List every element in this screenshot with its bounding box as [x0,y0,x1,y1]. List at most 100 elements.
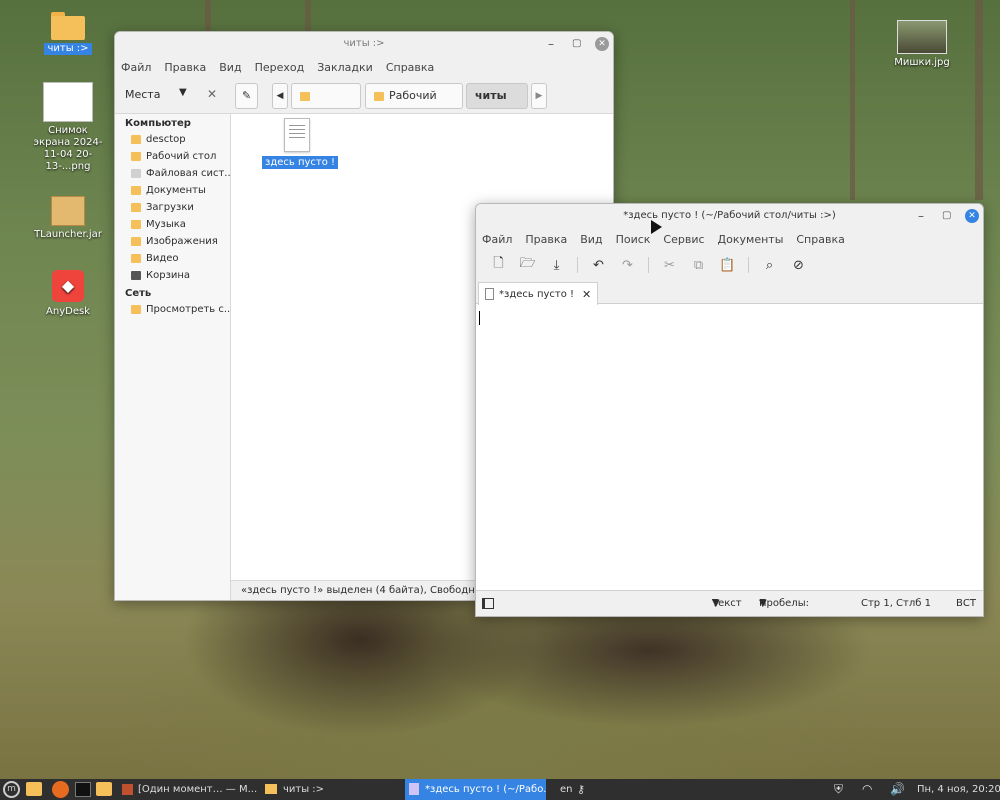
downloads-folder-icon [131,203,141,212]
menu-view[interactable]: Вид [219,61,241,74]
home-folder-icon [131,135,141,144]
sidebar-item-documents[interactable]: Документы [115,182,230,199]
menu-bar: Файл Правка Вид Переход Закладки Справка [115,56,613,78]
file-manager-toolbar: Места ▼ ✕ ✎ ◀ desctop Рабочий стол читы … [115,78,613,126]
menu-help[interactable]: Справка [386,61,434,74]
image-file-icon [43,82,93,122]
sidebar-item-desktop[interactable]: Рабочий стол [115,148,230,165]
toolbar-separator [648,257,649,273]
menu-tools[interactable]: Сервис [663,233,704,246]
tab-label: *здесь пусто ! [499,288,575,300]
text-file-icon [284,118,310,152]
paste-icon[interactable]: 📋 [713,258,742,273]
minimize-icon[interactable]: – [918,204,924,228]
desktop-icon-label: читы :> [44,43,92,55]
path-back-arrow[interactable]: ◀ [272,83,288,109]
network-icon [131,305,141,314]
search-icon[interactable]: ⌕ [755,258,784,273]
folder-icon [374,91,384,101]
desktop-icon-mishki[interactable]: Мишки.jpg [877,20,967,69]
maximize-icon[interactable]: ▢ [942,204,951,228]
syntax-selector[interactable]: Текст ▼ [712,591,742,616]
files-launcher-icon[interactable] [26,782,42,796]
sidebar-item-filesystem[interactable]: Файловая сист... [115,165,230,182]
taskbar-window-browser[interactable]: [Один момент… — M... [122,779,257,800]
desktop-icon-label: Снимок экрана 2024-11-04 20-13-...png [33,125,103,172]
new-document-icon[interactable]: 🗋 [484,254,513,276]
text-editing-area[interactable] [476,307,983,590]
menu-bookmarks[interactable]: Закладки [317,61,373,74]
menu-file[interactable]: Файл [121,61,151,74]
path-edit-button[interactable]: ✎ [235,83,259,109]
file-item[interactable]: здесь пусто ! [262,118,339,169]
minimize-icon[interactable]: – [548,32,554,56]
menu-go[interactable]: Переход [255,61,305,74]
sidebar-item-downloads[interactable]: Загрузки [115,199,230,216]
replace-icon[interactable]: ⊘ [784,258,813,273]
dropdown-arrow-icon[interactable]: ▼ [179,87,187,98]
menu-edit[interactable]: Правка [164,61,206,74]
sidebar-item-browse-network[interactable]: Просмотреть с... [115,301,230,318]
path-segment-current[interactable]: читы :> [466,83,528,126]
text-cursor [479,311,480,325]
menu-documents[interactable]: Документы [718,233,784,246]
close-icon[interactable]: ✕ [595,37,609,51]
path-forward-arrow[interactable]: ▶ [531,83,547,109]
document-tab[interactable]: *здесь пусто ! ✕ [478,282,599,305]
menu-search[interactable]: Поиск [616,233,651,246]
wifi-icon[interactable]: ◠ [862,779,872,800]
maximize-icon[interactable]: ▢ [572,32,581,56]
path-segment-desctop[interactable]: desctop [291,83,361,126]
taskbar-window-editor[interactable]: *здесь пусто ! (~/Рабо... [405,779,546,800]
keyboard-layout-indicator[interactable]: en [560,779,573,800]
volume-icon[interactable]: 🔊 [890,779,905,800]
folder-launcher-icon[interactable] [96,782,112,796]
firefox-icon[interactable] [52,781,69,798]
text-file-icon [485,288,494,300]
terminal-icon[interactable] [75,782,91,797]
copy-icon[interactable]: ⧉ [684,258,713,273]
documents-folder-icon [131,186,141,195]
taskbar-window-files[interactable]: читы :> [265,779,395,800]
file-manager-titlebar[interactable]: читы :> – ▢ ✕ [115,32,613,56]
save-download-icon[interactable]: ⤓ [542,258,571,273]
cut-icon[interactable]: ✂ [655,258,684,273]
shield-icon[interactable]: ⛨ [834,779,843,800]
close-tab-icon[interactable]: ✕ [582,284,591,305]
desktop-icon-screenshot[interactable]: Снимок экрана 2024-11-04 20-13-...png [23,82,113,173]
sidebar-item-pictures[interactable]: Изображения [115,233,230,250]
open-folder-icon[interactable]: 🗁 [513,254,542,276]
sidebar-item-trash[interactable]: Корзина [115,267,230,284]
desktop-icon-tlauncher[interactable]: TLauncher.jar [23,196,113,241]
redo-icon[interactable]: ↷ [613,258,642,273]
menu-logo-icon[interactable]: m [3,781,20,798]
side-panel-toggle-icon[interactable] [482,598,494,609]
close-sidebar-icon[interactable]: ✕ [207,87,217,101]
editor-titlebar[interactable]: *здесь пусто ! (~/Рабочий стол/читы :>) … [476,204,983,228]
desktop-icon-anydesk[interactable]: ◆ AnyDesk [23,270,113,318]
archive-icon [51,196,85,226]
undo-icon[interactable]: ↶ [584,258,613,273]
sidebar-item-desctop[interactable]: desctop [115,131,230,148]
desktop-icon-chity-folder[interactable]: читы :> [23,12,113,55]
menu-view[interactable]: Вид [580,233,602,246]
sidebar-item-music[interactable]: Музыка [115,216,230,233]
places-selector-label[interactable]: Места [125,88,160,101]
drive-icon [131,169,141,178]
menu-edit[interactable]: Правка [525,233,567,246]
clock[interactable]: Пн, 4 ноя, 20:20 [917,779,1000,800]
path-segment-desktop[interactable]: Рабочий стол [365,83,463,126]
sidebar-heading-network: Сеть [125,288,152,299]
menu-bar: Файл Правка Вид Поиск Сервис Документы С… [476,228,983,250]
videos-folder-icon [131,254,141,263]
anydesk-icon: ◆ [52,270,84,302]
sidebar-heading-computer: Компьютер [125,118,191,129]
tab-width-selector[interactable]: Пробелы: 4 ▼ [759,591,809,616]
menu-help[interactable]: Справка [796,233,844,246]
menu-file[interactable]: Файл [482,233,512,246]
close-icon[interactable]: ✕ [965,209,979,223]
sidebar-item-videos[interactable]: Видео [115,250,230,267]
window-title: читы :> [343,38,385,49]
key-icon[interactable]: ⚷ [577,779,585,800]
pictures-folder-icon [131,237,141,246]
